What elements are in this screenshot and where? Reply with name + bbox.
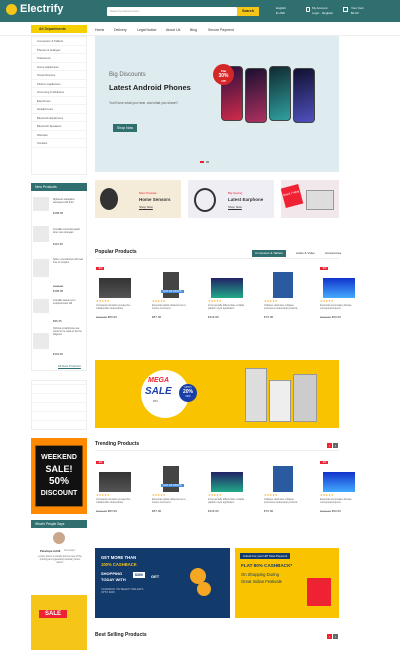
product-thumb[interactable] [33,299,49,313]
category-item[interactable]: Phones & Gadgets [32,46,86,54]
tab-accessories[interactable]: Accessories [322,250,344,257]
banner-home-sensors[interactable]: Most Popular Home Sensors Shop Now [95,180,181,218]
hero-subtitle: You'll love what you hear, and what you … [109,101,178,105]
laptop-image [323,278,355,298]
prev-arrow-icon[interactable]: ‹ [327,443,332,448]
product-thumb[interactable] [33,226,49,242]
nav-home[interactable]: Home [95,28,104,32]
category-item[interactable]: Smart Devices [32,71,86,80]
my-account-link[interactable]: My Account [312,6,328,10]
product-card[interactable]: ★★★★★ Incrementally differentiate multipl… [207,266,247,326]
phone-image [293,68,315,123]
weekend-sale-banner[interactable]: WEEKEND SALE! 50% DISCOUNT [31,438,87,514]
nav-blog[interactable]: Blog [190,28,197,32]
flat-cashback-banner[interactable]: Unlock For your UPI Scan Payment FLAT 80… [235,548,339,618]
new-products-title: New Products [31,183,87,191]
sale-banner[interactable]: SALE [31,595,87,650]
prev-arrow-icon[interactable]: ‹ [327,634,332,639]
site-logo[interactable]: Electrify [6,3,63,15]
category-item[interactable]: Bluetooth Earphones [32,114,86,122]
cashback-banner[interactable]: GET MORE THAN 100% CASHBACK SHOPPING TOD… [95,548,230,618]
tablet-image [163,272,179,298]
shop-now-link[interactable]: Shop Now [139,205,153,209]
product-card[interactable]: ★★★★★ Collapse rationales collapse proces… [263,266,303,326]
category-item[interactable]: Televisions [32,54,86,63]
product-card[interactable]: OUT OF STOCK ★★★★★ Essential capital ultr… [151,460,191,520]
sensor-image [100,188,118,210]
washer-image [269,380,291,422]
product-card[interactable]: ★★★★★ Collapse rationales collapse proces… [263,460,303,520]
avatar [53,532,65,544]
product-thumb[interactable] [33,259,49,277]
search-input[interactable]: Search products here... [107,7,237,16]
shop-now-link[interactable]: Shop Now [228,205,242,209]
user-icon [306,7,310,12]
tab-audio-video[interactable]: Audio & Video [293,250,318,257]
nav-delivery[interactable]: Delivery [114,28,127,32]
banner-earphone[interactable]: Big Saving Latest Earphone Shop Now [188,180,274,218]
category-item[interactable]: Grooming & Wellness [32,88,86,97]
product-thumb[interactable] [33,197,49,211]
next-arrow-icon[interactable]: › [333,634,338,639]
product-thumb[interactable] [33,333,49,349]
laptop-image [99,278,131,298]
category-item[interactable]: Kitchen Appliances [32,80,86,88]
brand-logos[interactable] [31,380,87,430]
logo-icon [6,3,17,15]
product-card[interactable]: -5% ★★★★★ Essential accumulate ultimate c… [319,266,359,326]
category-item[interactable]: Earphones [32,97,86,105]
category-item[interactable]: Home Appliances [32,63,86,71]
best-selling-title: Best Selling Products [95,632,147,638]
currency-select[interactable]: $ USD [276,11,285,15]
banner-black-friday[interactable]: Black Friday [281,180,339,218]
category-item[interactable]: Computers & Tablets [32,37,86,46]
slider-dot[interactable] [206,161,209,163]
hero-title: Latest Android Phones [109,83,191,92]
nav-about[interactable]: About Us [166,28,180,32]
cart-label[interactable]: Your Cart [351,6,364,10]
coin-icon [197,582,211,596]
product-card[interactable]: -5% ★★★★★ Essential accumulate ultimate c… [319,460,359,520]
category-item[interactable]: Smartks [32,139,86,148]
discount-badge: Flat 30% Off [213,64,234,85]
all-departments-button[interactable]: All Departments [31,25,87,33]
phone-image [269,66,291,121]
category-item[interactable]: Webcam [32,131,86,139]
cart-icon[interactable] [343,7,348,12]
language-select[interactable]: English [276,6,286,10]
cart-amount: $0.00 [351,11,359,15]
category-item[interactable]: Bluetooth Speakers [32,122,86,131]
slider-dot[interactable] [200,161,204,163]
tab-computers[interactable]: Computers & Tablets [252,250,286,257]
product-card[interactable]: -8% ★★★★★ Completely fantastic perspectiv… [95,460,135,520]
product-card[interactable]: ★★★★★ Incrementally differentiate multipl… [207,460,247,520]
nav-secure-payment[interactable]: Secure Payment [208,28,234,32]
popular-products-title: Popular Products [95,249,137,255]
hero-slider[interactable]: Big Discounts Latest Android Phones You'… [95,36,339,172]
earphone-image [194,188,216,212]
microwave-image [306,190,334,210]
category-item[interactable]: Headphones [32,105,86,114]
phone-image [245,68,267,123]
hero-kicker: Big Discounts [109,72,146,78]
fridge-image [245,368,267,422]
nav-legal[interactable]: Legal Notice [137,28,156,32]
hero-shop-button[interactable]: Shop Now [113,124,137,132]
laptop-image [211,278,243,298]
category-menu: Computers & Tablets Phones & Gadgets Tel… [31,36,87,175]
trending-products-title: Trending Products [95,441,140,447]
shopping-bag-icon [307,578,331,606]
testimonial-title: What's People Says [31,520,87,528]
next-arrow-icon[interactable]: › [333,443,338,448]
search-button[interactable]: Search [237,7,259,16]
login-link[interactable]: Login · Register [312,11,333,15]
all-new-products-link[interactable]: All New Products [58,364,81,368]
fridge-image [293,374,317,422]
mega-sale-banner[interactable]: MEGA SALE ON UPTO 20% OFF [95,360,339,428]
product-card[interactable]: OUT OF STOCK ★★★★★ Essential capital ultr… [151,266,191,326]
product-card[interactable]: -8% ★★★★★ Completely fantastic perspectiv… [95,266,135,326]
tablet-image [273,272,293,298]
